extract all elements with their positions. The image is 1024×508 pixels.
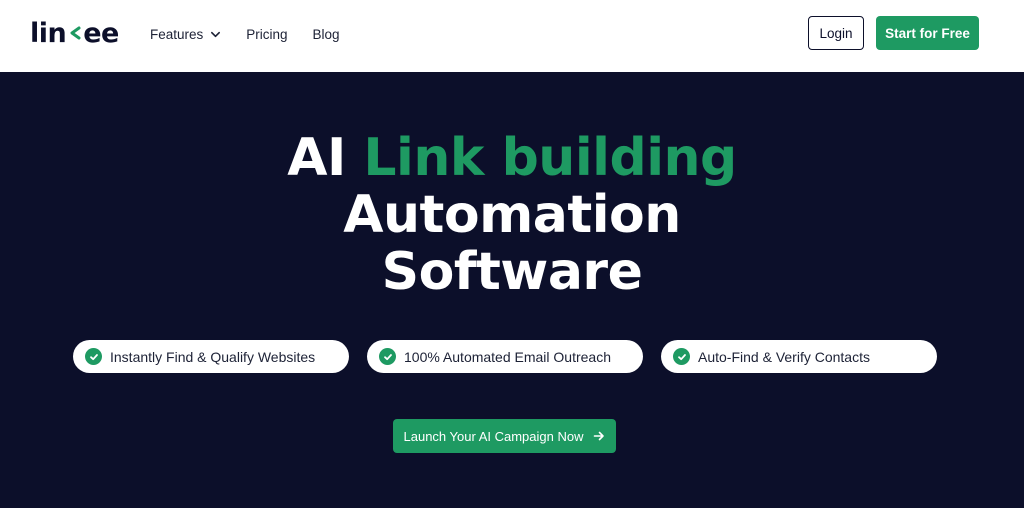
top-navbar: lin ee Features Pricing Blog Login Start…: [0, 0, 1024, 72]
linkee-logo[interactable]: lin ee: [30, 16, 119, 50]
feature-pill-find-websites: Instantly Find & Qualify Websites: [73, 340, 349, 373]
feature-pill-label: Auto-Find & Verify Contacts: [698, 348, 870, 365]
nav-pricing[interactable]: Pricing: [246, 27, 287, 42]
feature-pill-email-outreach: 100% Automated Email Outreach: [367, 340, 643, 373]
launch-campaign-button[interactable]: Launch Your AI Campaign Now: [393, 419, 616, 453]
check-circle-icon: [379, 348, 396, 365]
feature-pill-label: 100% Automated Email Outreach: [404, 348, 612, 365]
feature-pill-verify-contacts: Auto-Find & Verify Contacts: [661, 340, 937, 373]
feature-pill-label: Instantly Find & Qualify Websites: [110, 348, 316, 365]
main-nav: Features Pricing Blog: [150, 0, 365, 68]
check-circle-icon: [85, 348, 102, 365]
nav-features[interactable]: Features: [150, 27, 221, 42]
check-circle-icon: [673, 348, 690, 365]
hero-title-accent: Link building: [363, 128, 737, 188]
nav-blog[interactable]: Blog: [313, 27, 340, 42]
login-button[interactable]: Login: [808, 16, 864, 50]
logo-text-left: lin: [30, 17, 67, 49]
hero-title: AI Link building Automation Software: [0, 130, 1024, 301]
hero-title-prefix: AI: [287, 128, 346, 188]
hero-title-line3: Software: [381, 242, 643, 302]
hero-title-line2: Automation: [343, 185, 681, 245]
logo-text-right: ee: [83, 17, 119, 49]
start-for-free-button[interactable]: Start for Free: [876, 16, 979, 50]
nav-features-label: Features: [150, 26, 204, 42]
logo-chevron-icon: [70, 26, 81, 40]
arrow-right-icon: [594, 431, 605, 441]
launch-campaign-label: Launch Your AI Campaign Now: [403, 428, 584, 444]
chevron-down-icon: [211, 31, 221, 37]
